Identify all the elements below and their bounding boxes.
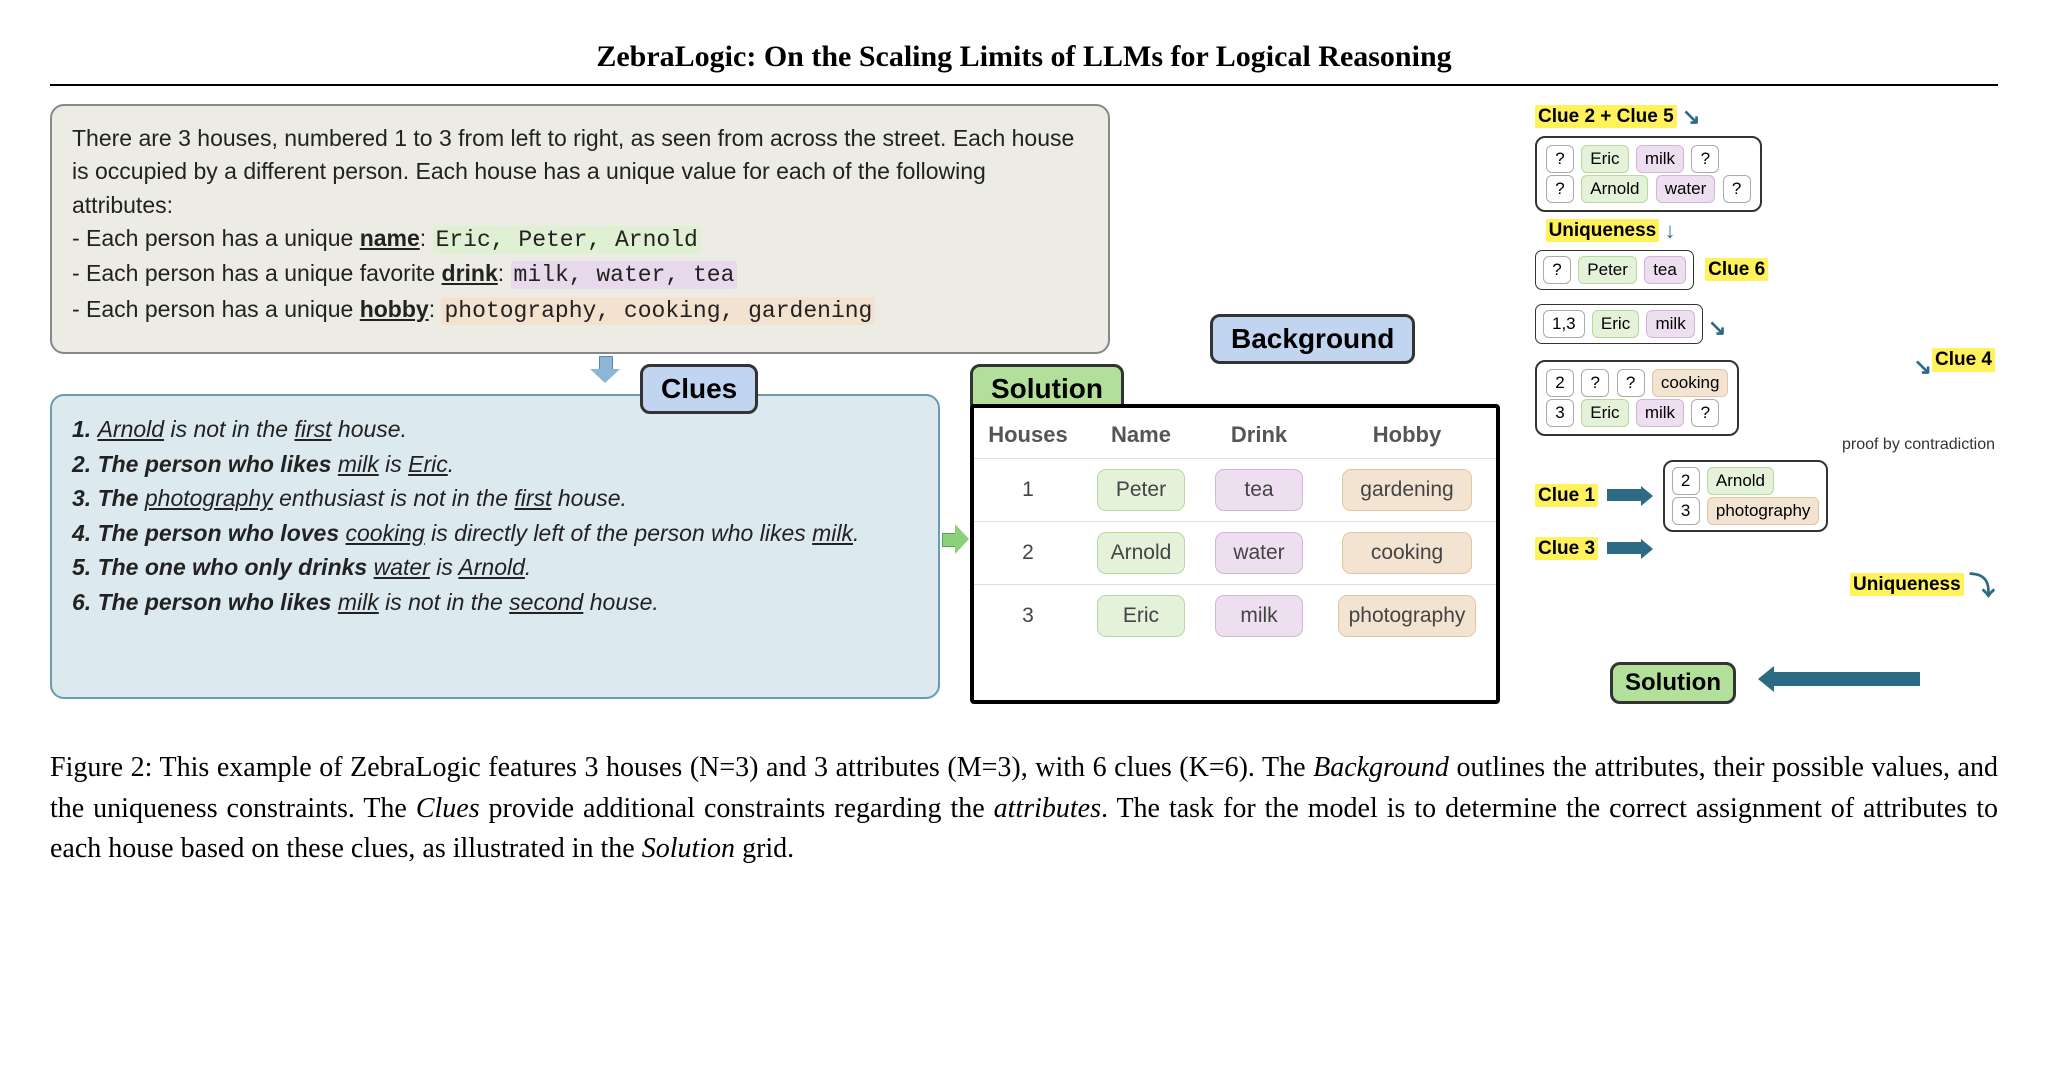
arrow-left-large-icon (1770, 666, 1970, 692)
arrow-curve-icon: ↘ (1708, 315, 1726, 340)
contradiction-note: proof by contradiction (1535, 436, 1995, 454)
figure-caption: Figure 2: This example of ZebraLogic fea… (50, 748, 1998, 870)
clues-tag: Clues (640, 364, 758, 414)
background-panel: There are 3 houses, numbered 1 to 3 from… (50, 104, 1110, 354)
clue-4: 4. The person who loves cooking is direc… (72, 516, 918, 551)
th-hobby: Hobby (1318, 408, 1496, 459)
bg-attr-hobby: - Each person has a unique hobby: photog… (72, 293, 1088, 328)
trace-step-4: 2 ? ? cooking 3 Eric milk ? (1535, 360, 1739, 436)
arrow-right-icon (942, 524, 972, 554)
trace-step-5: 2 Arnold 3 photography (1663, 460, 1829, 532)
arrow-diag-icon: ↘ (1682, 104, 1700, 129)
table-row: 3 Eric milk photography (974, 585, 1496, 648)
arrow-right-icon (1607, 538, 1653, 560)
trace-step-1: ? Eric milk ? ? Arnold water ? (1535, 136, 1762, 212)
bg-attr-name: - Each person has a unique name: Eric, P… (72, 222, 1088, 257)
bg-attr-drink: - Each person has a unique favorite drin… (72, 257, 1088, 292)
arrow-curve-icon: ↘ (1914, 354, 1932, 380)
solution-table: Houses Name Drink Hobby 1 Peter tea gard… (970, 404, 1500, 704)
arrow-hook-icon: ⤵ (1969, 571, 1995, 601)
th-houses: Houses (974, 408, 1082, 459)
table-row: 2 Arnold water cooking (974, 522, 1496, 585)
clue-3: 3. The photography enthusiast is not in … (72, 481, 918, 516)
clue-1: 1. Arnold is not in the first house. (72, 412, 918, 447)
trace-step-2: ? Peter tea (1535, 250, 1694, 290)
trace-step-3: 1,3 Eric milk (1535, 304, 1703, 344)
bg-intro: There are 3 houses, numbered 1 to 3 from… (72, 122, 1088, 222)
clue-2: 2. The person who likes milk is Eric. (72, 447, 918, 482)
arrow-right-icon (1607, 485, 1653, 507)
th-drink: Drink (1200, 408, 1318, 459)
solution-tag-2: Solution (1610, 662, 1736, 704)
paper-title: ZebraLogic: On the Scaling Limits of LLM… (50, 40, 1998, 86)
th-name: Name (1082, 408, 1200, 459)
arrow-down-icon: ↓ (1665, 218, 1676, 243)
table-row: 1 Peter tea gardening (974, 459, 1496, 522)
figure: There are 3 houses, numbered 1 to 3 from… (50, 104, 1998, 724)
background-tag: Background (1210, 314, 1415, 364)
arrow-down-icon (590, 356, 620, 384)
clues-panel: 1. Arnold is not in the first house. 2. … (50, 394, 940, 699)
reasoning-trace: Clue 2 + Clue 5 ↘ ? Eric milk ? ? Arnold… (1535, 104, 1995, 609)
clue-5: 5. The one who only drinks water is Arno… (72, 550, 918, 585)
clue-6: 6. The person who likes milk is not in t… (72, 585, 918, 620)
